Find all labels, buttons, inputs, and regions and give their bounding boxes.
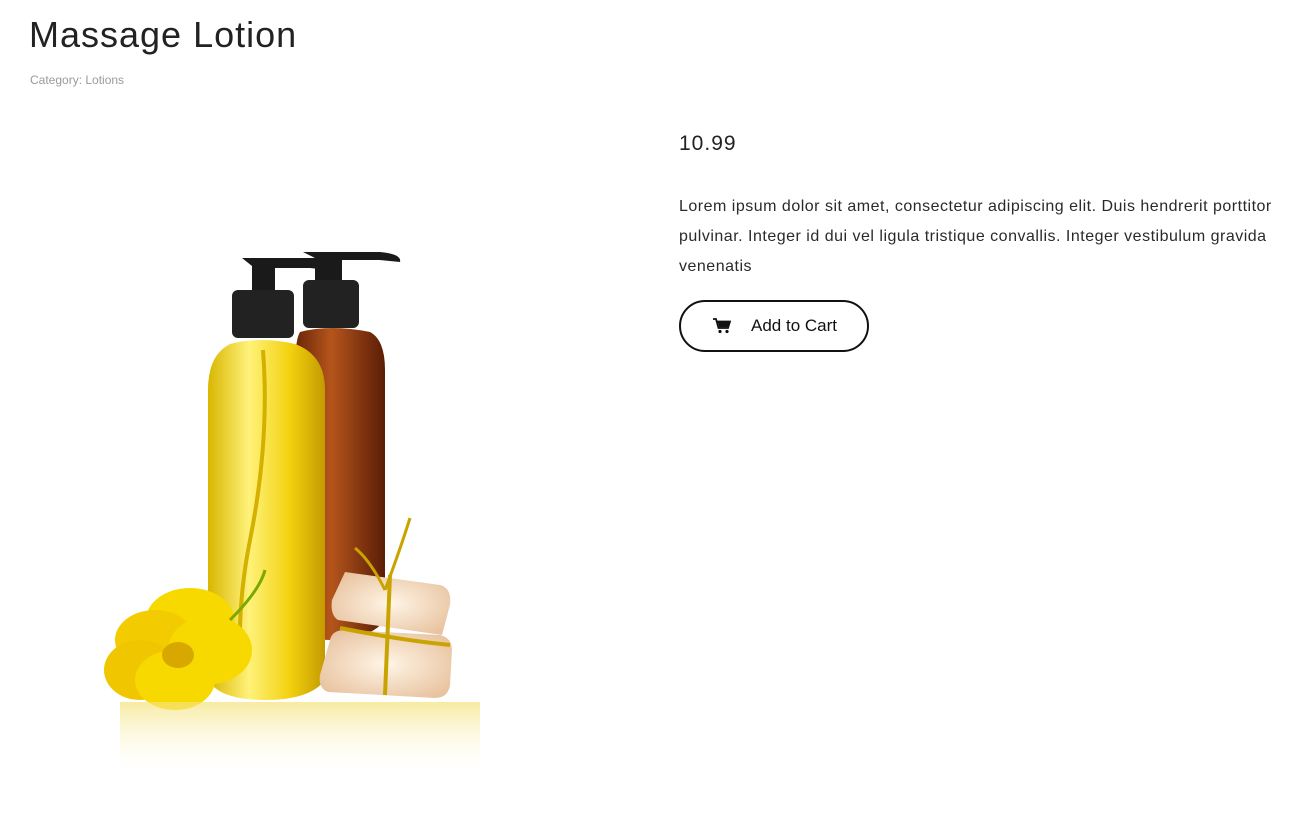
cart-icon: [713, 318, 731, 334]
reflection: [120, 702, 480, 778]
add-to-cart-label: Add to Cart: [751, 316, 837, 335]
product-price: 10.99: [679, 132, 737, 155]
product-category: Category: Lotions: [30, 73, 125, 87]
page-title: Massage Lotion: [29, 14, 298, 55]
product-image: [104, 252, 480, 778]
add-to-cart-button[interactable]: Add to Cart: [679, 300, 869, 352]
product-description: Lorem ipsum dolor sit amet, consectetur …: [679, 198, 1272, 275]
